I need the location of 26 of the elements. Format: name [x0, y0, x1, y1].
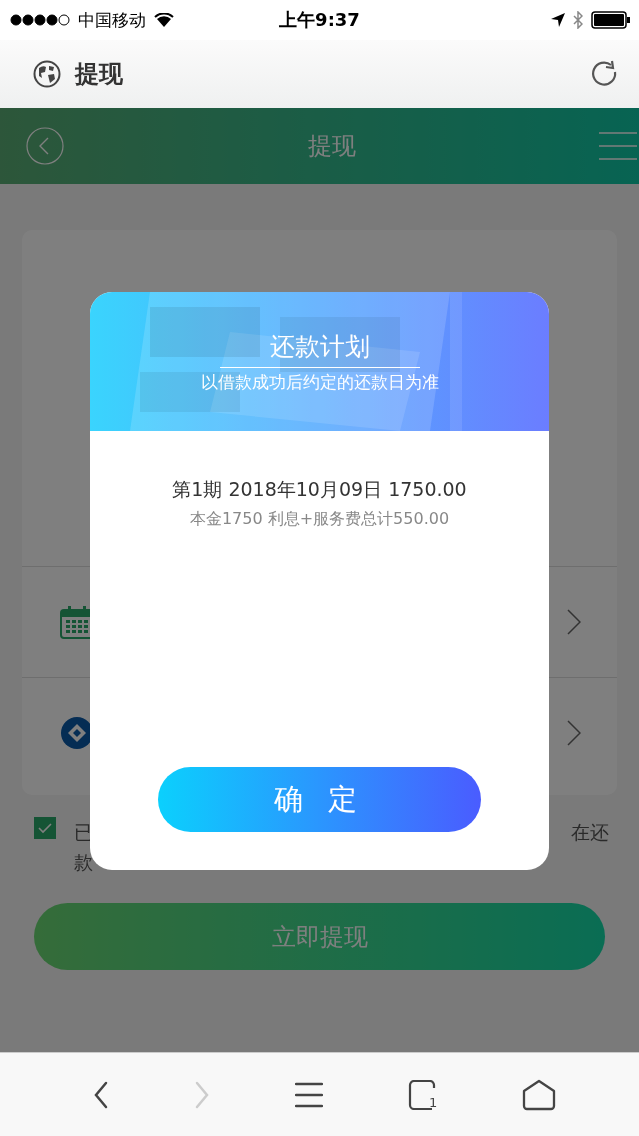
checkmark-icon	[37, 822, 53, 834]
chevron-icon	[567, 720, 581, 746]
installment-summary: 第1期 2018年10月09日 1750.00	[172, 477, 467, 502]
location-icon	[551, 13, 565, 27]
carrier-name: 中国移动	[78, 8, 146, 32]
reload-icon[interactable]	[589, 59, 619, 89]
header-title: 提现	[307, 131, 356, 162]
wifi-icon	[154, 13, 174, 27]
chevron-icon	[567, 609, 581, 635]
agreement-text: 款	[74, 850, 93, 875]
installment-detail: 本金1750 利息+服务费总计550.00	[189, 509, 450, 530]
globe-icon	[33, 60, 61, 88]
dialog-title: 还款计划	[219, 330, 420, 368]
bluetooth-icon	[573, 11, 583, 29]
home-icon[interactable]	[522, 1078, 557, 1111]
tabs-button[interactable]: 1	[408, 1079, 438, 1110]
signal-icon	[10, 14, 70, 26]
page-title: 提现	[75, 59, 124, 90]
confirm-button[interactable]: 确 定	[158, 767, 481, 832]
status-time: 上午9:37	[279, 8, 360, 32]
dialog-subtitle: 以借款成功后约定的还款日为准	[200, 371, 439, 394]
back-icon[interactable]	[92, 1080, 109, 1109]
agreement-checkbox[interactable]	[34, 817, 56, 839]
battery-icon	[591, 11, 631, 29]
agreement-text: 在还	[571, 820, 609, 845]
menu-icon[interactable]	[294, 1081, 323, 1108]
